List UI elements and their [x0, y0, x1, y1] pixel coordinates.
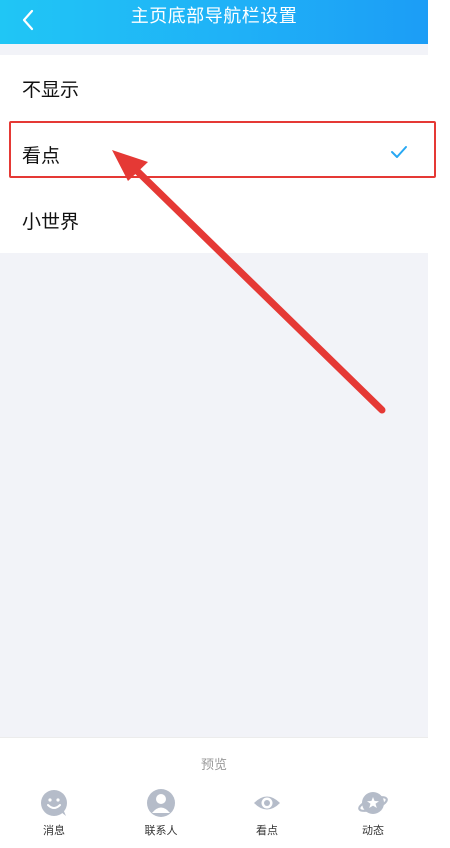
option-label: 看点	[22, 144, 61, 167]
option-label: 不显示	[22, 78, 80, 101]
contacts-icon	[147, 789, 175, 817]
option-label: 小世界	[22, 210, 80, 233]
top-bar: 主页底部导航栏设置	[0, 0, 428, 44]
planet-icon	[358, 792, 388, 814]
preview-label: 预览	[200, 758, 227, 773]
tab-messages[interactable]: 消息	[24, 788, 84, 838]
option-kandian[interactable]: 看点	[0, 121, 428, 187]
tab-kandian[interactable]: 看点	[237, 788, 297, 838]
checkmark-icon	[391, 146, 407, 158]
option-small-world[interactable]: 小世界	[0, 187, 428, 253]
tab-label: 联系人	[144, 824, 178, 837]
option-hide[interactable]: 不显示	[0, 55, 428, 121]
tab-moments[interactable]: 动态	[343, 788, 403, 838]
eye-icon	[254, 796, 280, 810]
preview-tabbar: 消息 联系人 看点 动态	[0, 788, 428, 844]
settings-screen: 主页底部导航栏设置 不显示 看点 小世界 预览 消息 联系人 看点 动态	[0, 0, 428, 848]
preview-panel: 预览 消息 联系人 看点 动态	[0, 737, 428, 848]
tab-contacts[interactable]: 联系人	[131, 788, 191, 838]
tab-label: 动态	[362, 824, 384, 837]
nav-option-list: 不显示 看点 小世界	[0, 55, 428, 253]
page-title: 主页底部导航栏设置	[130, 6, 298, 27]
tab-label: 消息	[43, 824, 65, 837]
message-icon	[41, 790, 67, 816]
tab-label: 看点	[256, 824, 278, 837]
